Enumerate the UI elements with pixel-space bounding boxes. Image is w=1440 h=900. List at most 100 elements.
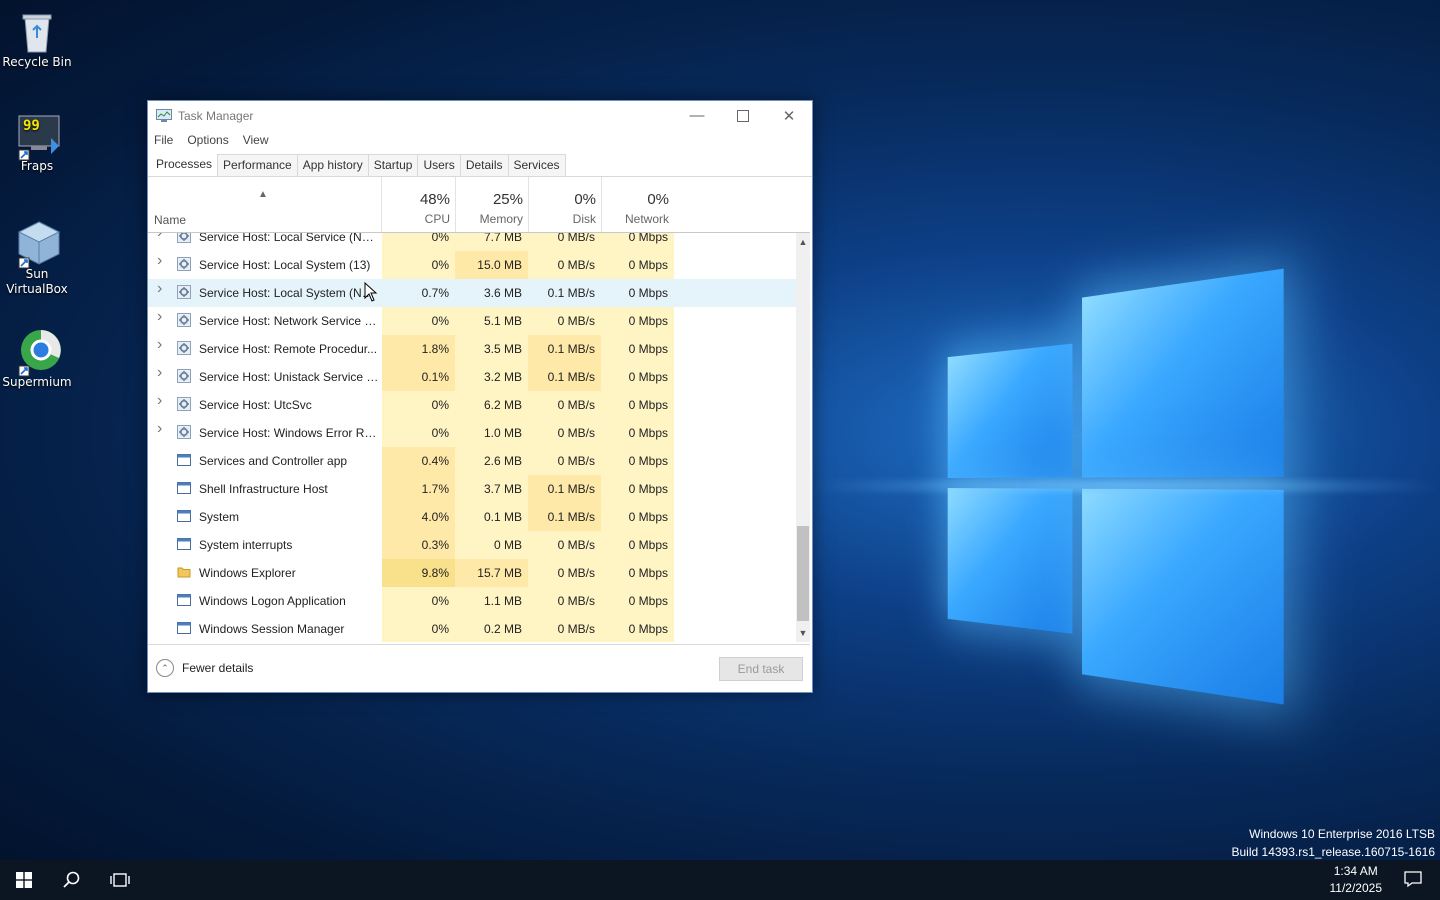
menu-options[interactable]: Options [187, 133, 228, 147]
scroll-thumb[interactable] [797, 526, 809, 621]
task-manager-window: Task Manager — ✕ File Options View Proce… [147, 100, 813, 693]
table-row[interactable]: Services and Controller app 0.4% 2.6 MB 0 M… [148, 447, 796, 475]
start-button[interactable] [0, 860, 48, 900]
menu-file[interactable]: File [154, 133, 173, 147]
tab-strip: Processes Performance App history Startu… [148, 150, 812, 177]
table-row[interactable]: › Service Host: Unistack Service G... 0.1%… [148, 363, 796, 391]
sort-caret-icon: ▲ [258, 189, 268, 200]
table-row[interactable]: Windows Session Manager 0% 0.2 MB 0 MB/s 0 M… [148, 615, 796, 642]
memory-cell: 15.0 MB [455, 251, 528, 279]
cpu-cell: 0% [382, 419, 455, 447]
search-button[interactable] [48, 860, 96, 900]
gear-icon [177, 425, 191, 439]
supermium-icon [15, 328, 59, 372]
desktop-icon-supermium[interactable]: Supermium [0, 328, 74, 390]
chevron-right-icon[interactable]: › [157, 233, 162, 242]
cpu-cell: 0% [382, 391, 455, 419]
memory-cell: 0.2 MB [455, 615, 528, 642]
tab-services[interactable]: Services [508, 154, 566, 176]
menu-view[interactable]: View [243, 133, 269, 147]
desktop-icon-label: Sun VirtualBox [0, 267, 74, 297]
chevron-right-icon[interactable]: › [157, 420, 162, 438]
system-clock[interactable]: 1:34 AM 11/2/2025 [1330, 860, 1383, 900]
tab-app-history[interactable]: App history [297, 154, 369, 176]
app-window-icon [177, 537, 191, 551]
memory-cell: 3.7 MB [455, 475, 528, 503]
process-name: Windows Session Manager [199, 622, 379, 636]
gear-icon [177, 341, 191, 355]
network-label: Network [602, 212, 675, 226]
scroll-up-icon[interactable]: ▲ [796, 235, 810, 249]
column-memory[interactable]: 25% Memory [455, 177, 529, 232]
process-list: ›Service Host: Local Service (No ...0%7.… [148, 233, 796, 642]
minimize-icon: — [690, 107, 705, 124]
column-cpu[interactable]: 48% CPU [381, 177, 456, 232]
clock-time: 1:34 AM [1330, 863, 1383, 880]
network-cell: 0 Mbps [601, 307, 674, 335]
disk-cell: 0 MB/s [528, 251, 601, 279]
table-row[interactable]: › Service Host: Local System (13) 0% 15.0 M… [148, 251, 796, 279]
table-row[interactable]: › Service Host: UtcSvc 0% 6.2 MB 0 MB/s 0 Mbp… [148, 391, 796, 419]
disk-cell: 0 MB/s [528, 531, 601, 559]
chevron-right-icon[interactable]: › [157, 336, 162, 354]
table-row[interactable]: › Service Host: Network Service (4) 0% 5.1 … [148, 307, 796, 335]
disk-cell: 0.1 MB/s [528, 335, 601, 363]
tab-details[interactable]: Details [460, 154, 509, 176]
cpu-cell: 1.7% [382, 475, 455, 503]
table-row[interactable]: System 4.0% 0.1 MB 0.1 MB/s 0 Mbps [148, 503, 796, 531]
tab-users[interactable]: Users [417, 154, 460, 176]
gear-icon [177, 285, 191, 299]
vertical-scrollbar[interactable]: ▲ ▼ [796, 233, 810, 642]
network-cell: 0 Mbps [601, 531, 674, 559]
action-center-icon[interactable] [1404, 870, 1422, 888]
disk-cell: 0 MB/s [528, 391, 601, 419]
close-button[interactable]: ✕ [766, 101, 812, 130]
chevron-right-icon[interactable]: › [157, 308, 162, 326]
app-window-icon [177, 621, 191, 635]
cpu-cell: 0.4% [382, 447, 455, 475]
tab-performance[interactable]: Performance [217, 154, 298, 176]
windows-start-icon [16, 872, 32, 888]
column-network[interactable]: 0% Network [601, 177, 675, 232]
table-row[interactable]: › Service Host: Local System (Net... 0.7% 3… [148, 279, 796, 307]
table-row[interactable]: › Service Host: Windows Error Re... 0% 1.0 … [148, 419, 796, 447]
title-bar[interactable]: Task Manager — ✕ [148, 101, 812, 130]
desktop-icon-virtualbox[interactable]: Sun VirtualBox [0, 220, 74, 297]
cpu-cell: 0.1% [382, 363, 455, 391]
chevron-up-icon: ⌃ [156, 659, 174, 677]
maximize-button[interactable] [720, 101, 766, 130]
close-icon: ✕ [783, 107, 796, 125]
chevron-right-icon[interactable]: › [157, 364, 162, 382]
disk-cell: 0 MB/s [528, 615, 601, 642]
chevron-right-icon[interactable]: › [157, 392, 162, 410]
column-name[interactable]: Name [154, 213, 186, 227]
tab-startup[interactable]: Startup [368, 154, 419, 176]
process-name: System [199, 510, 379, 524]
fewer-details-button[interactable]: ⌃ Fewer details [156, 659, 253, 677]
table-row[interactable]: System interrupts 0.3% 0 MB 0 MB/s 0 Mbps [148, 531, 796, 559]
task-view-button[interactable] [96, 860, 144, 900]
svg-text:99: 99 [23, 118, 40, 134]
minimize-button[interactable]: — [674, 101, 720, 130]
column-disk[interactable]: 0% Disk [528, 177, 602, 232]
network-cell: 0 Mbps [601, 475, 674, 503]
table-row[interactable]: Windows Explorer 9.8% 15.7 MB 0 MB/s 0 Mbps [148, 559, 796, 587]
chevron-right-icon[interactable]: › [157, 280, 162, 298]
desktop-icon-fraps[interactable]: 99 Fraps [0, 112, 74, 174]
desktop-icon-recycle-bin[interactable]: Recycle Bin [0, 8, 74, 70]
memory-cell: 3.5 MB [455, 335, 528, 363]
tab-processes[interactable]: Processes [150, 153, 218, 176]
table-row[interactable]: Shell Infrastructure Host 1.7% 3.7 MB 0.1 M… [148, 475, 796, 503]
table-row[interactable]: › Service Host: Remote Procedur... 1.8% 3.5… [148, 335, 796, 363]
chevron-right-icon[interactable]: › [157, 252, 162, 270]
scroll-down-icon[interactable]: ▼ [796, 626, 810, 640]
table-row[interactable]: Windows Logon Application 0% 1.1 MB 0 MB/s 0… [148, 587, 796, 615]
end-task-button[interactable]: End task [719, 657, 803, 681]
network-cell: 0 Mbps [601, 363, 674, 391]
table-row[interactable]: › Service Host: Local Service (No ...0%7.… [148, 233, 796, 251]
memory-label: Memory [456, 212, 529, 226]
disk-cell: 0.1 MB/s [528, 279, 601, 307]
gear-icon [177, 313, 191, 327]
process-name: System interrupts [199, 538, 379, 552]
disk-total: 0% [529, 191, 602, 208]
